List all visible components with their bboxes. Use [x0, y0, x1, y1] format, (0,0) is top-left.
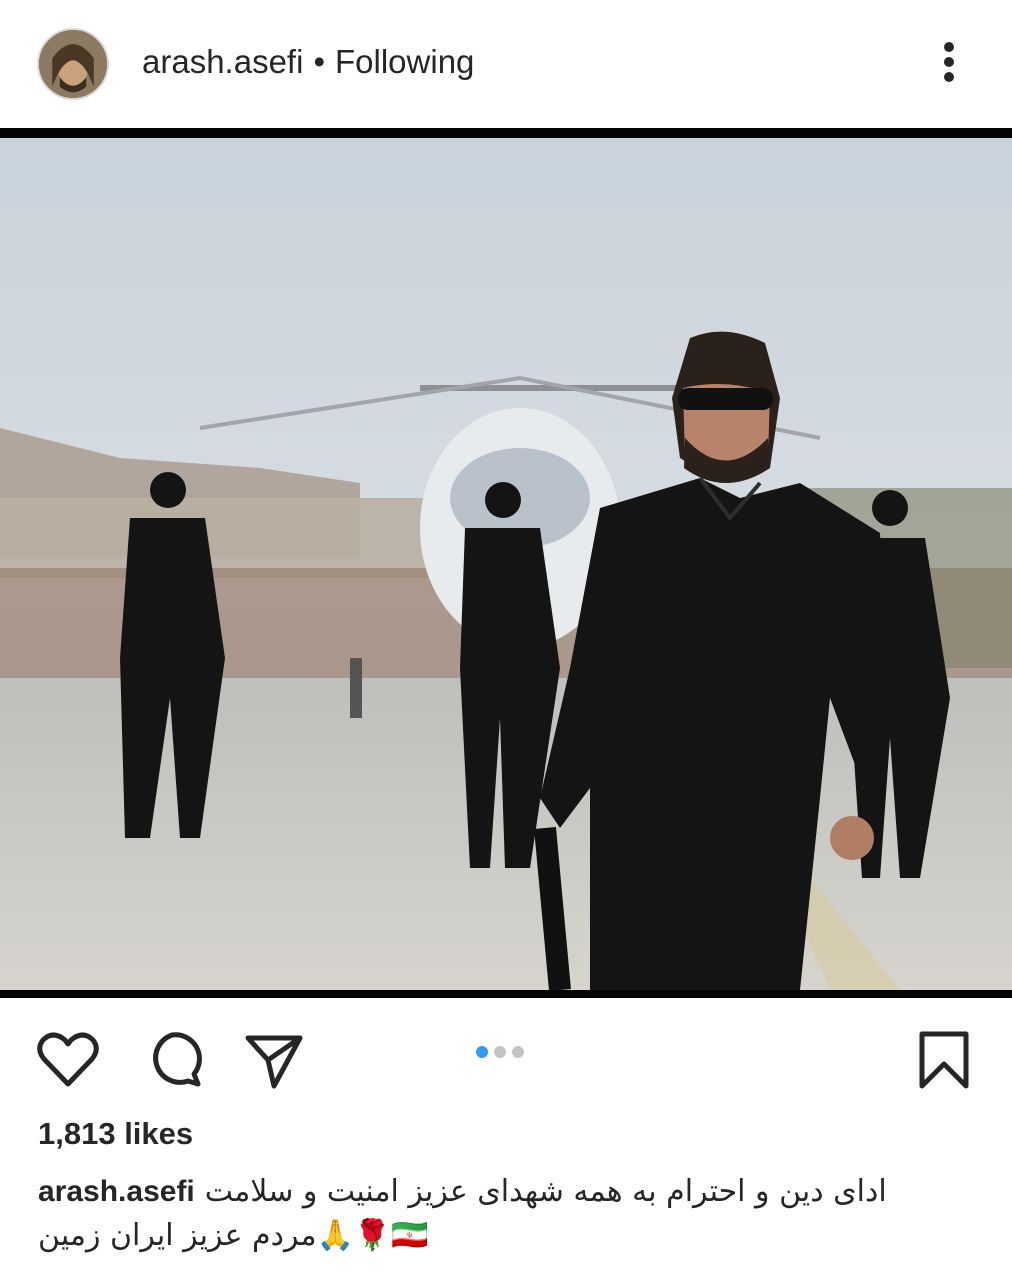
post-header: arash.asefi • Following: [0, 0, 1012, 128]
ellipsis-dot: [944, 57, 954, 67]
carousel-dot: [512, 1046, 524, 1058]
post-photo[interactable]: [0, 138, 1012, 990]
heart-outline-icon[interactable]: [34, 1026, 102, 1094]
bookmark-icon[interactable]: [910, 1026, 978, 1094]
separator-dot: •: [313, 43, 325, 80]
caption-username[interactable]: arash.asefi: [38, 1175, 195, 1208]
header-text: arash.asefi • Following: [142, 42, 474, 82]
username-link[interactable]: arash.asefi: [142, 43, 303, 80]
ellipsis-dot: [944, 72, 954, 82]
post-media[interactable]: [0, 128, 1012, 998]
more-options-button[interactable]: [934, 38, 966, 86]
profile-avatar[interactable]: [37, 28, 109, 100]
carousel-indicator: [476, 1045, 530, 1059]
avatar-image: [39, 30, 107, 98]
caption-text-line2: 🇮🇷🌹🙏مردم عزیز ایران زمین: [38, 1218, 429, 1253]
carousel-dot-active: [476, 1046, 488, 1058]
paper-plane-icon[interactable]: [240, 1026, 308, 1094]
ellipsis-dot: [944, 42, 954, 52]
caption-text-line1: ادای دین و احترام به همه شهدای عزیز امنی…: [204, 1174, 887, 1209]
photo-scene: [0, 138, 1012, 990]
carousel-dot: [494, 1046, 506, 1058]
post-caption: arash.asefi ادای دین و احترام به همه شهدا…: [38, 1170, 978, 1258]
comment-bubble-icon[interactable]: [138, 1026, 206, 1094]
following-status[interactable]: Following: [335, 43, 474, 80]
likes-count[interactable]: 1,813 likes: [38, 1116, 193, 1152]
